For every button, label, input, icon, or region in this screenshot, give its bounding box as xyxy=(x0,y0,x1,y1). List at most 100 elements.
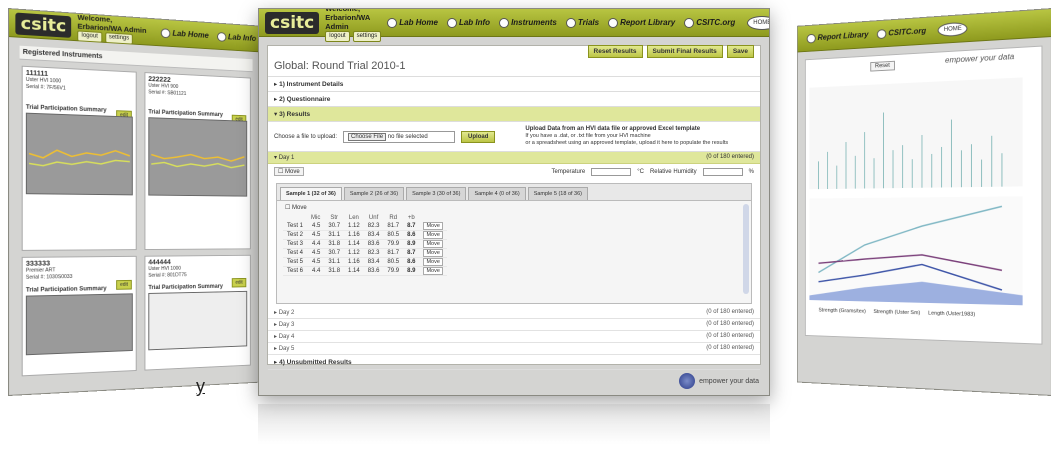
cell-rd[interactable]: 79.9 xyxy=(383,266,404,276)
cell-mic[interactable]: 4.4 xyxy=(307,266,325,276)
instrument-card: 111111 Uster HVI 1000 Serial #: 7F/56V1 … xyxy=(21,65,137,251)
nav-csitc-org[interactable]: CSITC.org xyxy=(876,26,926,39)
nav-report-library[interactable]: Report Library xyxy=(608,17,675,28)
edit-button[interactable]: edit xyxy=(231,277,247,288)
edit-button[interactable]: edit xyxy=(116,279,132,290)
nav-csitc-org[interactable]: CSITC.org xyxy=(684,17,736,28)
vertical-scrollbar[interactable] xyxy=(743,204,749,294)
cell-str[interactable]: 30.7 xyxy=(324,222,345,231)
section-instrument-details[interactable]: ▸ 1) Instrument Details xyxy=(268,77,760,92)
day-row[interactable]: ▸ Day 2 (0 of 180 entered) xyxy=(268,307,760,319)
chart-legend: Strength (Grams/tex) Strength (Uster Sm)… xyxy=(818,308,975,318)
row-move-button[interactable]: Move xyxy=(423,240,443,248)
instrument-card: 333333 Premier ART Serial #: 1030S0033 e… xyxy=(21,255,137,377)
section-label: 1) Instrument Details xyxy=(279,81,344,88)
cell-mic[interactable]: 4.5 xyxy=(307,230,325,240)
cell-len[interactable]: 1.16 xyxy=(344,230,364,240)
cell-len[interactable]: 1.16 xyxy=(344,257,364,267)
cell-unf[interactable]: 82.3 xyxy=(363,248,384,258)
tab-sample-5[interactable]: Sample 5 (18 of 36) xyxy=(527,187,589,200)
row-move-button[interactable]: Move xyxy=(423,231,443,239)
cell-b[interactable]: 8.7 xyxy=(403,248,420,258)
center-topbar: csitc Welcome, Erbarion/WA Admin logout … xyxy=(259,9,769,42)
file-input[interactable]: Choose File no file selected xyxy=(343,130,456,143)
cell-len[interactable]: 1.14 xyxy=(344,239,364,249)
choose-file-button[interactable]: Choose File xyxy=(348,132,387,141)
submit-results-button[interactable]: Submit Final Results xyxy=(646,45,723,58)
cell-unf[interactable]: 83.4 xyxy=(363,257,384,267)
cell-rd[interactable]: 80.5 xyxy=(383,257,404,267)
row-move-button[interactable]: Move xyxy=(423,249,443,257)
section-results[interactable]: ▾ 3) Results xyxy=(268,107,760,122)
cell-mic[interactable]: 4.5 xyxy=(307,222,325,231)
reset-button[interactable]: Reset xyxy=(870,60,895,72)
cell-unf[interactable]: 83.6 xyxy=(363,266,384,276)
day-row[interactable]: ▸ Day 5 (0 of 180 entered) xyxy=(268,343,760,355)
cell-rd[interactable]: 81.7 xyxy=(383,222,404,231)
cell-unf[interactable]: 82.3 xyxy=(363,222,384,231)
logout-link[interactable]: logout xyxy=(325,30,350,42)
cell-rd[interactable]: 80.5 xyxy=(383,230,404,240)
cell-rd[interactable]: 79.9 xyxy=(383,239,404,249)
cell-b[interactable]: 8.6 xyxy=(403,230,420,240)
cell-b[interactable]: 8.6 xyxy=(403,257,420,267)
tab-sample-1[interactable]: Sample 1 (32 of 36) xyxy=(280,187,342,200)
row-move-button[interactable]: Move xyxy=(423,222,443,230)
nav-instruments[interactable]: Instruments xyxy=(499,17,557,28)
tab-sample-2[interactable]: Sample 2 (26 of 36) xyxy=(343,187,405,200)
cell-len[interactable]: 1.12 xyxy=(344,248,364,258)
days-list: ▸ Day 2 (0 of 180 entered) ▸ Day 3 (0 of 1… xyxy=(268,307,760,355)
day-status: 0 of 180 entered xyxy=(708,154,752,160)
cell-b[interactable]: 8.7 xyxy=(403,222,420,231)
nav-csitc-org-label: CSITC.org xyxy=(696,18,736,27)
cell-b[interactable]: 8.9 xyxy=(403,239,420,249)
participation-plot xyxy=(149,118,246,196)
section-questionnaire[interactable]: ▸ 2) Questionnaire xyxy=(268,92,760,107)
save-button[interactable]: Save xyxy=(726,45,754,58)
temperature-unit: °C xyxy=(637,168,644,175)
nav-lab-info[interactable]: Lab Info xyxy=(217,31,256,43)
cell-len[interactable]: 1.12 xyxy=(344,222,364,231)
cell-b[interactable]: 8.9 xyxy=(403,266,420,276)
tab-sample-3[interactable]: Sample 3 (30 of 36) xyxy=(406,187,467,200)
nav-lab-home[interactable]: Lab Home xyxy=(387,17,438,28)
cell-mic[interactable]: 4.5 xyxy=(307,257,325,267)
row-move-button[interactable]: Move xyxy=(423,267,443,275)
cell-str[interactable]: 31.1 xyxy=(324,230,345,240)
reset-results-button[interactable]: Reset Results xyxy=(587,45,643,58)
move-button[interactable]: ☐ Move xyxy=(274,167,304,176)
temperature-input[interactable] xyxy=(591,167,632,176)
cell-len[interactable]: 1.14 xyxy=(344,266,364,276)
cell-str[interactable]: 31.8 xyxy=(324,266,345,276)
cell-str[interactable]: 30.7 xyxy=(324,248,345,258)
cell-str[interactable]: 31.1 xyxy=(324,257,345,267)
settings-link[interactable]: settings xyxy=(104,32,134,45)
nav-lab-home[interactable]: Lab Home xyxy=(161,27,209,41)
nav-report-library[interactable]: Report Library xyxy=(806,30,868,44)
cell-mic[interactable]: 4.4 xyxy=(307,239,325,249)
nav-lab-info-label: Lab Info xyxy=(458,18,491,27)
section-unsubmitted[interactable]: ▸ 4) Unsubmitted Results xyxy=(268,355,760,370)
home-button[interactable]: HOME xyxy=(747,15,769,30)
settings-link[interactable]: settings xyxy=(352,30,382,42)
home-button[interactable]: HOME xyxy=(937,21,968,37)
logo: csitc xyxy=(15,12,72,38)
cell-unf[interactable]: 83.6 xyxy=(363,239,384,249)
row-move-button[interactable]: Move xyxy=(423,258,443,266)
cell-str[interactable]: 31.8 xyxy=(324,239,345,249)
cell-label: Test 1 xyxy=(283,222,308,231)
upload-button[interactable]: Upload xyxy=(461,130,496,143)
nav-lab-info[interactable]: Lab Info xyxy=(446,17,491,28)
link-fragment[interactable]: y xyxy=(196,376,205,397)
logout-link[interactable]: logout xyxy=(77,30,102,43)
cell-mic[interactable]: 4.5 xyxy=(307,248,325,258)
tab-sample-4[interactable]: Sample 4 (0 of 36) xyxy=(468,187,526,200)
cell-rd[interactable]: 81.7 xyxy=(383,248,404,258)
nav-trials[interactable]: Trials xyxy=(565,17,599,28)
cell-unf[interactable]: 83.4 xyxy=(363,230,384,240)
day-1-header[interactable]: ▾ Day 1 (0 of 180 entered) xyxy=(268,152,760,164)
day-row[interactable]: ▸ Day 4 (0 of 180 entered) xyxy=(268,331,760,343)
sample-move[interactable]: ☐ Move xyxy=(277,201,751,211)
day-row[interactable]: ▸ Day 3 (0 of 180 entered) xyxy=(268,319,760,331)
humidity-input[interactable] xyxy=(702,167,743,176)
